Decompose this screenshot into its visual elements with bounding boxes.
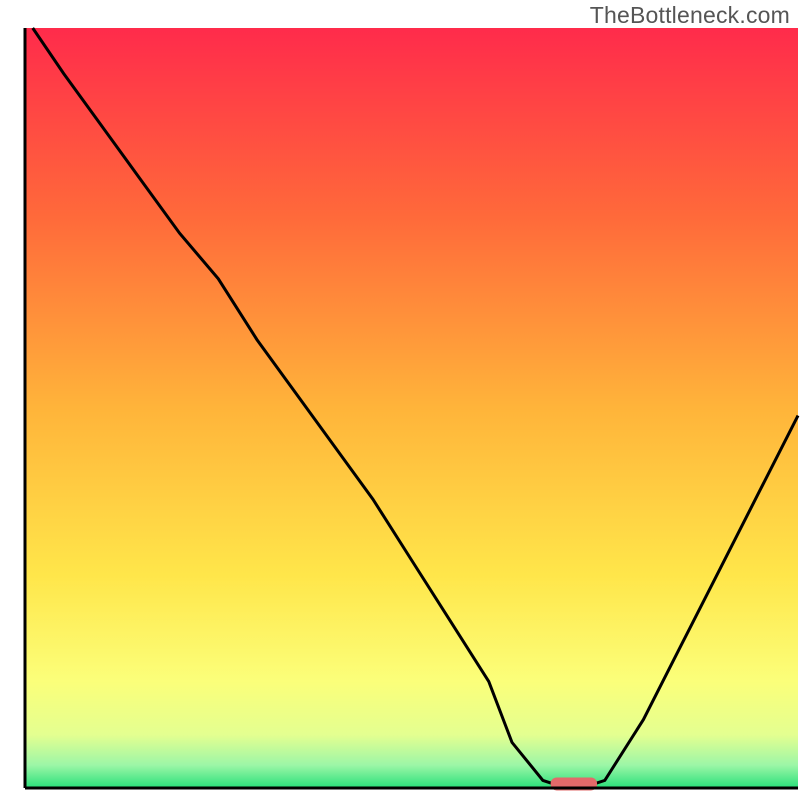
chart-svg [0, 0, 800, 800]
watermark-text: TheBottleneck.com [590, 2, 790, 29]
bottleneck-chart: TheBottleneck.com [0, 0, 800, 800]
plot-background [25, 28, 798, 788]
